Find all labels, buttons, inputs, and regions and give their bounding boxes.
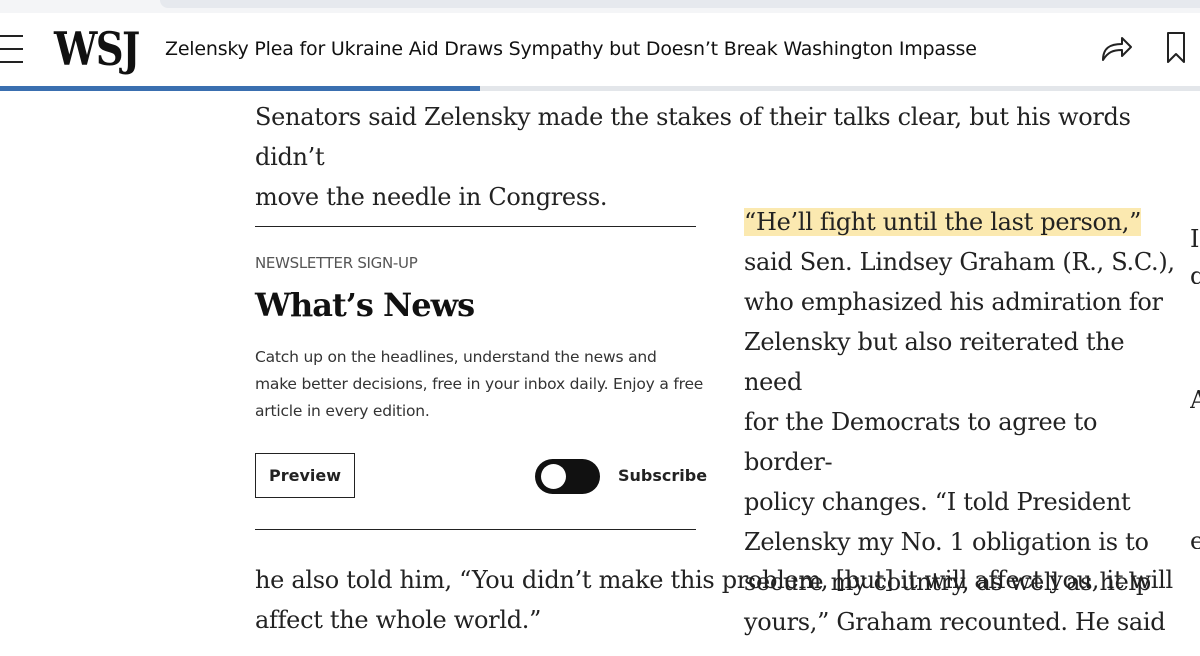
article-paragraph-intro: Senators said Zelensky made the stakes o…	[255, 97, 1175, 217]
subscribe-label[interactable]: Subscribe	[618, 466, 707, 485]
clipped-right-column-glyph: g	[1190, 262, 1200, 284]
text-line: who emphasized his admiration for	[744, 288, 1163, 316]
bookmark-icon[interactable]	[1165, 31, 1187, 65]
subscribe-toggle[interactable]	[535, 459, 600, 494]
clipped-right-column-glyph: e	[1190, 527, 1200, 549]
clipped-right-column-glyph: I	[1190, 225, 1200, 247]
quote-line: “He’ll fight until the last person,”	[744, 202, 1184, 242]
text-line: Senators said Zelensky made the stakes o…	[255, 103, 1131, 171]
text-line: Zelensky but also reiterated the need	[744, 328, 1125, 396]
clipped-right-column-glyph: A	[1190, 386, 1200, 408]
reading-progress-bar	[0, 86, 1200, 91]
text-line: make better decisions, free in your inbo…	[255, 375, 704, 393]
newsletter-preview-button[interactable]: Preview	[255, 453, 355, 498]
toggle-knob	[541, 464, 566, 489]
menu-icon[interactable]	[0, 31, 23, 67]
text-line: Catch up on the headlines, understand th…	[255, 348, 657, 366]
text-line: for the Democrats to agree to border-	[744, 408, 1098, 476]
article-paragraph-continued: he also told him, “You didn’t make this …	[255, 560, 1175, 640]
highlighted-quote: “He’ll fight until the last person,”	[744, 208, 1142, 236]
header-headline: Zelensky Plea for Ukraine Aid Draws Symp…	[165, 38, 977, 60]
browser-chrome-strip	[0, 0, 1200, 13]
share-icon[interactable]	[1100, 33, 1134, 63]
reading-progress-fill	[0, 86, 480, 91]
article-header: WSJ Zelensky Plea for Ukraine Aid Draws …	[0, 13, 1200, 87]
text-line: Zelensky my No. 1 obligation is to	[744, 528, 1149, 556]
text-line: policy changes. “I told President	[744, 488, 1131, 516]
newsletter-top-divider	[255, 226, 696, 227]
wsj-logo[interactable]: WSJ	[54, 21, 140, 77]
newsletter-description: Catch up on the headlines, understand th…	[255, 344, 705, 425]
text-line: article in every edition.	[255, 402, 430, 420]
browser-address-bar-edge	[160, 0, 1200, 8]
text-line: he also told him, “You didn’t make this …	[255, 566, 1173, 594]
newsletter-bottom-divider	[255, 529, 696, 530]
text-line: said Sen. Lindsey Graham (R., S.C.),	[744, 248, 1175, 276]
newsletter-kicker: NEWSLETTER SIGN-UP	[255, 254, 418, 272]
text-line: affect the whole world.”	[255, 606, 542, 634]
newsletter-title: What’s News	[255, 286, 475, 324]
